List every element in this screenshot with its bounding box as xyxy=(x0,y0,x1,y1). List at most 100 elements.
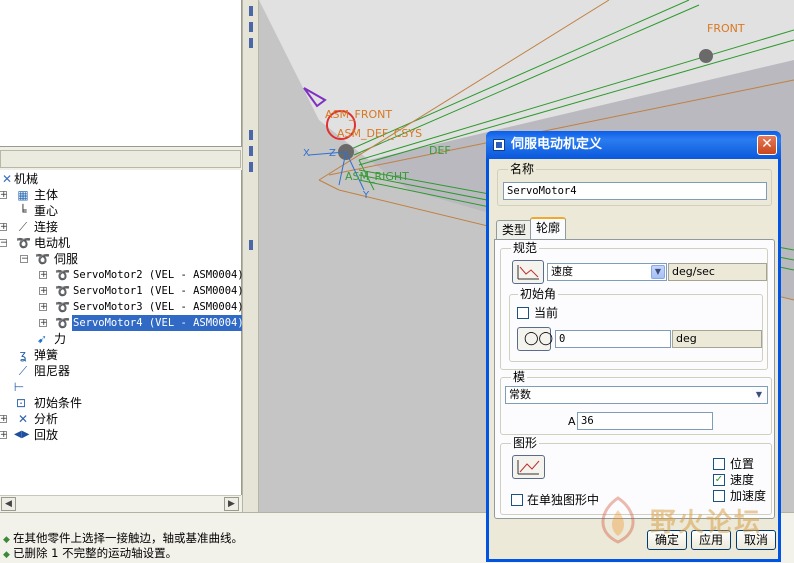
tree-item-label: 回放 xyxy=(34,428,59,442)
position-label: 位置 xyxy=(730,457,755,471)
mode-select[interactable]: 常数 ▼ xyxy=(505,386,768,404)
spec-group: 规范 速度 ▼ deg/sec 初始角 当前 ◯◯ 0 deg xyxy=(500,241,768,370)
message-line: ◆ 已删除 1 不完整的运动轴设置。 xyxy=(3,545,177,561)
tree-header-bar xyxy=(0,150,241,168)
message-text: 在其他零件上选择一接触边，轴或基准曲线。 xyxy=(13,531,243,545)
mode-group: 模 常数 ▼ A 36 xyxy=(500,370,772,435)
graph-button[interactable] xyxy=(512,455,545,479)
angle-field[interactable]: 0 xyxy=(555,330,671,348)
tree-item-label: 分析 xyxy=(34,412,59,426)
mechanism-tree[interactable]: ✕ 机械 + ▦ 主体 ╘ 重心 + ⟋ 连接 − ➰ 电动机 − ➰ 伺服 +… xyxy=(0,170,245,495)
axis-label-x: X xyxy=(303,148,310,159)
scroll-left-button[interactable]: ◀ xyxy=(1,497,16,511)
dialog-title: 伺服电动机定义 xyxy=(511,137,603,152)
dialog-title-bar[interactable]: 伺服电动机定义 ✕ xyxy=(486,131,781,159)
servo-motor-icon: ➰ xyxy=(55,268,70,282)
tree-item-label: 阻尼器 xyxy=(34,364,71,378)
initial-angle-label: 初始角 xyxy=(518,287,559,301)
mode-select-value: 常数 xyxy=(509,388,531,401)
expand-toggle[interactable]: + xyxy=(0,191,8,200)
close-button[interactable]: ✕ xyxy=(757,135,777,155)
graph-group: 图形 在单独图形中 位置 ✓ 速度 加速度 xyxy=(500,436,772,515)
tree-item-label: ServoMotor1 (VEL - ASM0004) xyxy=(73,285,244,297)
tree-item-label: 伺服 xyxy=(54,252,79,266)
servo-motor-definition-dialog: 伺服电动机定义 ✕ 名称 ServoMotor4 类型 轮廓 规范 速度 ▼ d… xyxy=(486,131,781,562)
datum-label-front: FRONT xyxy=(707,22,745,35)
initial-angle-group: 初始角 当前 ◯◯ 0 deg xyxy=(509,287,763,362)
tab-label: 类型 xyxy=(502,223,527,237)
name-label: 名称 xyxy=(508,162,537,176)
spec-select-value: 速度 xyxy=(551,265,573,278)
info-icon: ◆ xyxy=(3,550,10,560)
expand-toggle[interactable]: + xyxy=(0,223,8,232)
axis-label-y: Y xyxy=(363,190,370,201)
a-value-field[interactable]: 36 xyxy=(577,412,713,430)
axis-label-z: Z xyxy=(329,148,336,159)
acceleration-checkbox[interactable] xyxy=(713,490,725,502)
tree-item-label: ServoMotor4 (VEL - ASM0004) xyxy=(72,315,245,331)
spec-label: 规范 xyxy=(511,241,540,255)
expand-toggle[interactable]: + xyxy=(39,303,48,312)
expand-toggle[interactable]: + xyxy=(39,319,48,328)
spec-unit: deg/sec xyxy=(668,263,767,281)
motor-icon: ➰ xyxy=(16,236,31,250)
datum-label-asm-right: ASM_RIGHT xyxy=(345,170,409,183)
apply-label: 应用 xyxy=(698,533,723,547)
initial-condition-icon: ⊡ xyxy=(15,396,27,410)
spring-icon: ʓ xyxy=(19,348,27,362)
tree-top-panel xyxy=(0,0,242,147)
angle-unit: deg xyxy=(672,330,762,348)
separate-graph-checkbox[interactable] xyxy=(511,494,523,506)
ok-label: 确定 xyxy=(654,533,679,547)
tab-profile[interactable]: 轮廓 xyxy=(530,217,567,241)
collapse-toggle[interactable]: − xyxy=(20,255,29,264)
current-label: 当前 xyxy=(534,306,559,320)
tree-item-label: 电动机 xyxy=(34,236,71,250)
tree-item-label: 重心 xyxy=(34,204,59,218)
name-field[interactable]: ServoMotor4 xyxy=(503,182,767,200)
connection-icon: ⟋ xyxy=(18,220,28,234)
servo-motor-icon: ➰ xyxy=(55,284,70,298)
cancel-button[interactable]: 取消 xyxy=(736,530,776,550)
spec-graph-button[interactable] xyxy=(512,260,544,284)
servo-motor-icon: ➰ xyxy=(55,316,70,330)
servo-motor-icon: ➰ xyxy=(55,300,70,314)
expand-toggle[interactable]: + xyxy=(0,431,8,440)
datum-label-asm-def-csys: ASM_DEF_CSYS xyxy=(337,127,423,140)
tab-panel-profile: 规范 速度 ▼ deg/sec 初始角 当前 ◯◯ 0 deg 模 常数 ▼ A… xyxy=(494,239,775,519)
expand-toggle[interactable]: + xyxy=(0,415,8,424)
gear-icon: ⊢ xyxy=(13,380,25,394)
tree-item-label: 初始条件 xyxy=(34,396,83,410)
measure-angle-button[interactable]: ◯◯ xyxy=(517,327,554,351)
profile-graph-icon xyxy=(517,265,539,280)
velocity-checkbox[interactable]: ✓ xyxy=(713,474,725,486)
position-checkbox[interactable] xyxy=(713,458,725,470)
message-line: ◆ 在其他零件上选择一接触边，轴或基准曲线。 xyxy=(3,530,243,546)
chevron-down-icon[interactable]: ▼ xyxy=(752,388,766,402)
expand-toggle[interactable]: + xyxy=(39,271,48,280)
name-group: 名称 ServoMotor4 xyxy=(497,162,772,206)
close-icon: ✕ xyxy=(761,136,773,152)
collapse-toggle[interactable]: − xyxy=(0,239,8,248)
apply-button[interactable]: 应用 xyxy=(691,530,731,550)
datum-label-def: DEF xyxy=(429,144,451,157)
chevron-down-icon[interactable]: ▼ xyxy=(651,265,665,279)
expand-toggle[interactable]: + xyxy=(39,287,48,296)
tree-item-label: 机械 xyxy=(14,172,39,186)
scroll-right-button[interactable]: ▶ xyxy=(224,497,239,511)
tree-horizontal-scrollbar[interactable]: ◀ ▶ xyxy=(0,495,241,512)
a-label: A xyxy=(568,415,576,428)
datum-label-asm-front: ASM_FRONT xyxy=(325,108,393,121)
spec-select[interactable]: 速度 ▼ xyxy=(547,263,667,281)
velocity-label: 速度 xyxy=(730,473,755,487)
cancel-label: 取消 xyxy=(743,533,768,547)
servo-icon: ➰ xyxy=(35,252,50,266)
current-checkbox[interactable] xyxy=(517,307,529,319)
message-text: 已删除 1 不完整的运动轴设置。 xyxy=(13,546,178,560)
ok-button[interactable]: 确定 xyxy=(647,530,687,550)
pane-splitter[interactable] xyxy=(242,0,259,512)
gravity-icon: ╘ xyxy=(19,204,27,218)
glasses-icon: ◯◯ xyxy=(524,331,554,346)
tab-type[interactable]: 类型 xyxy=(496,220,533,240)
tree-item-label: 弹簧 xyxy=(34,348,59,362)
